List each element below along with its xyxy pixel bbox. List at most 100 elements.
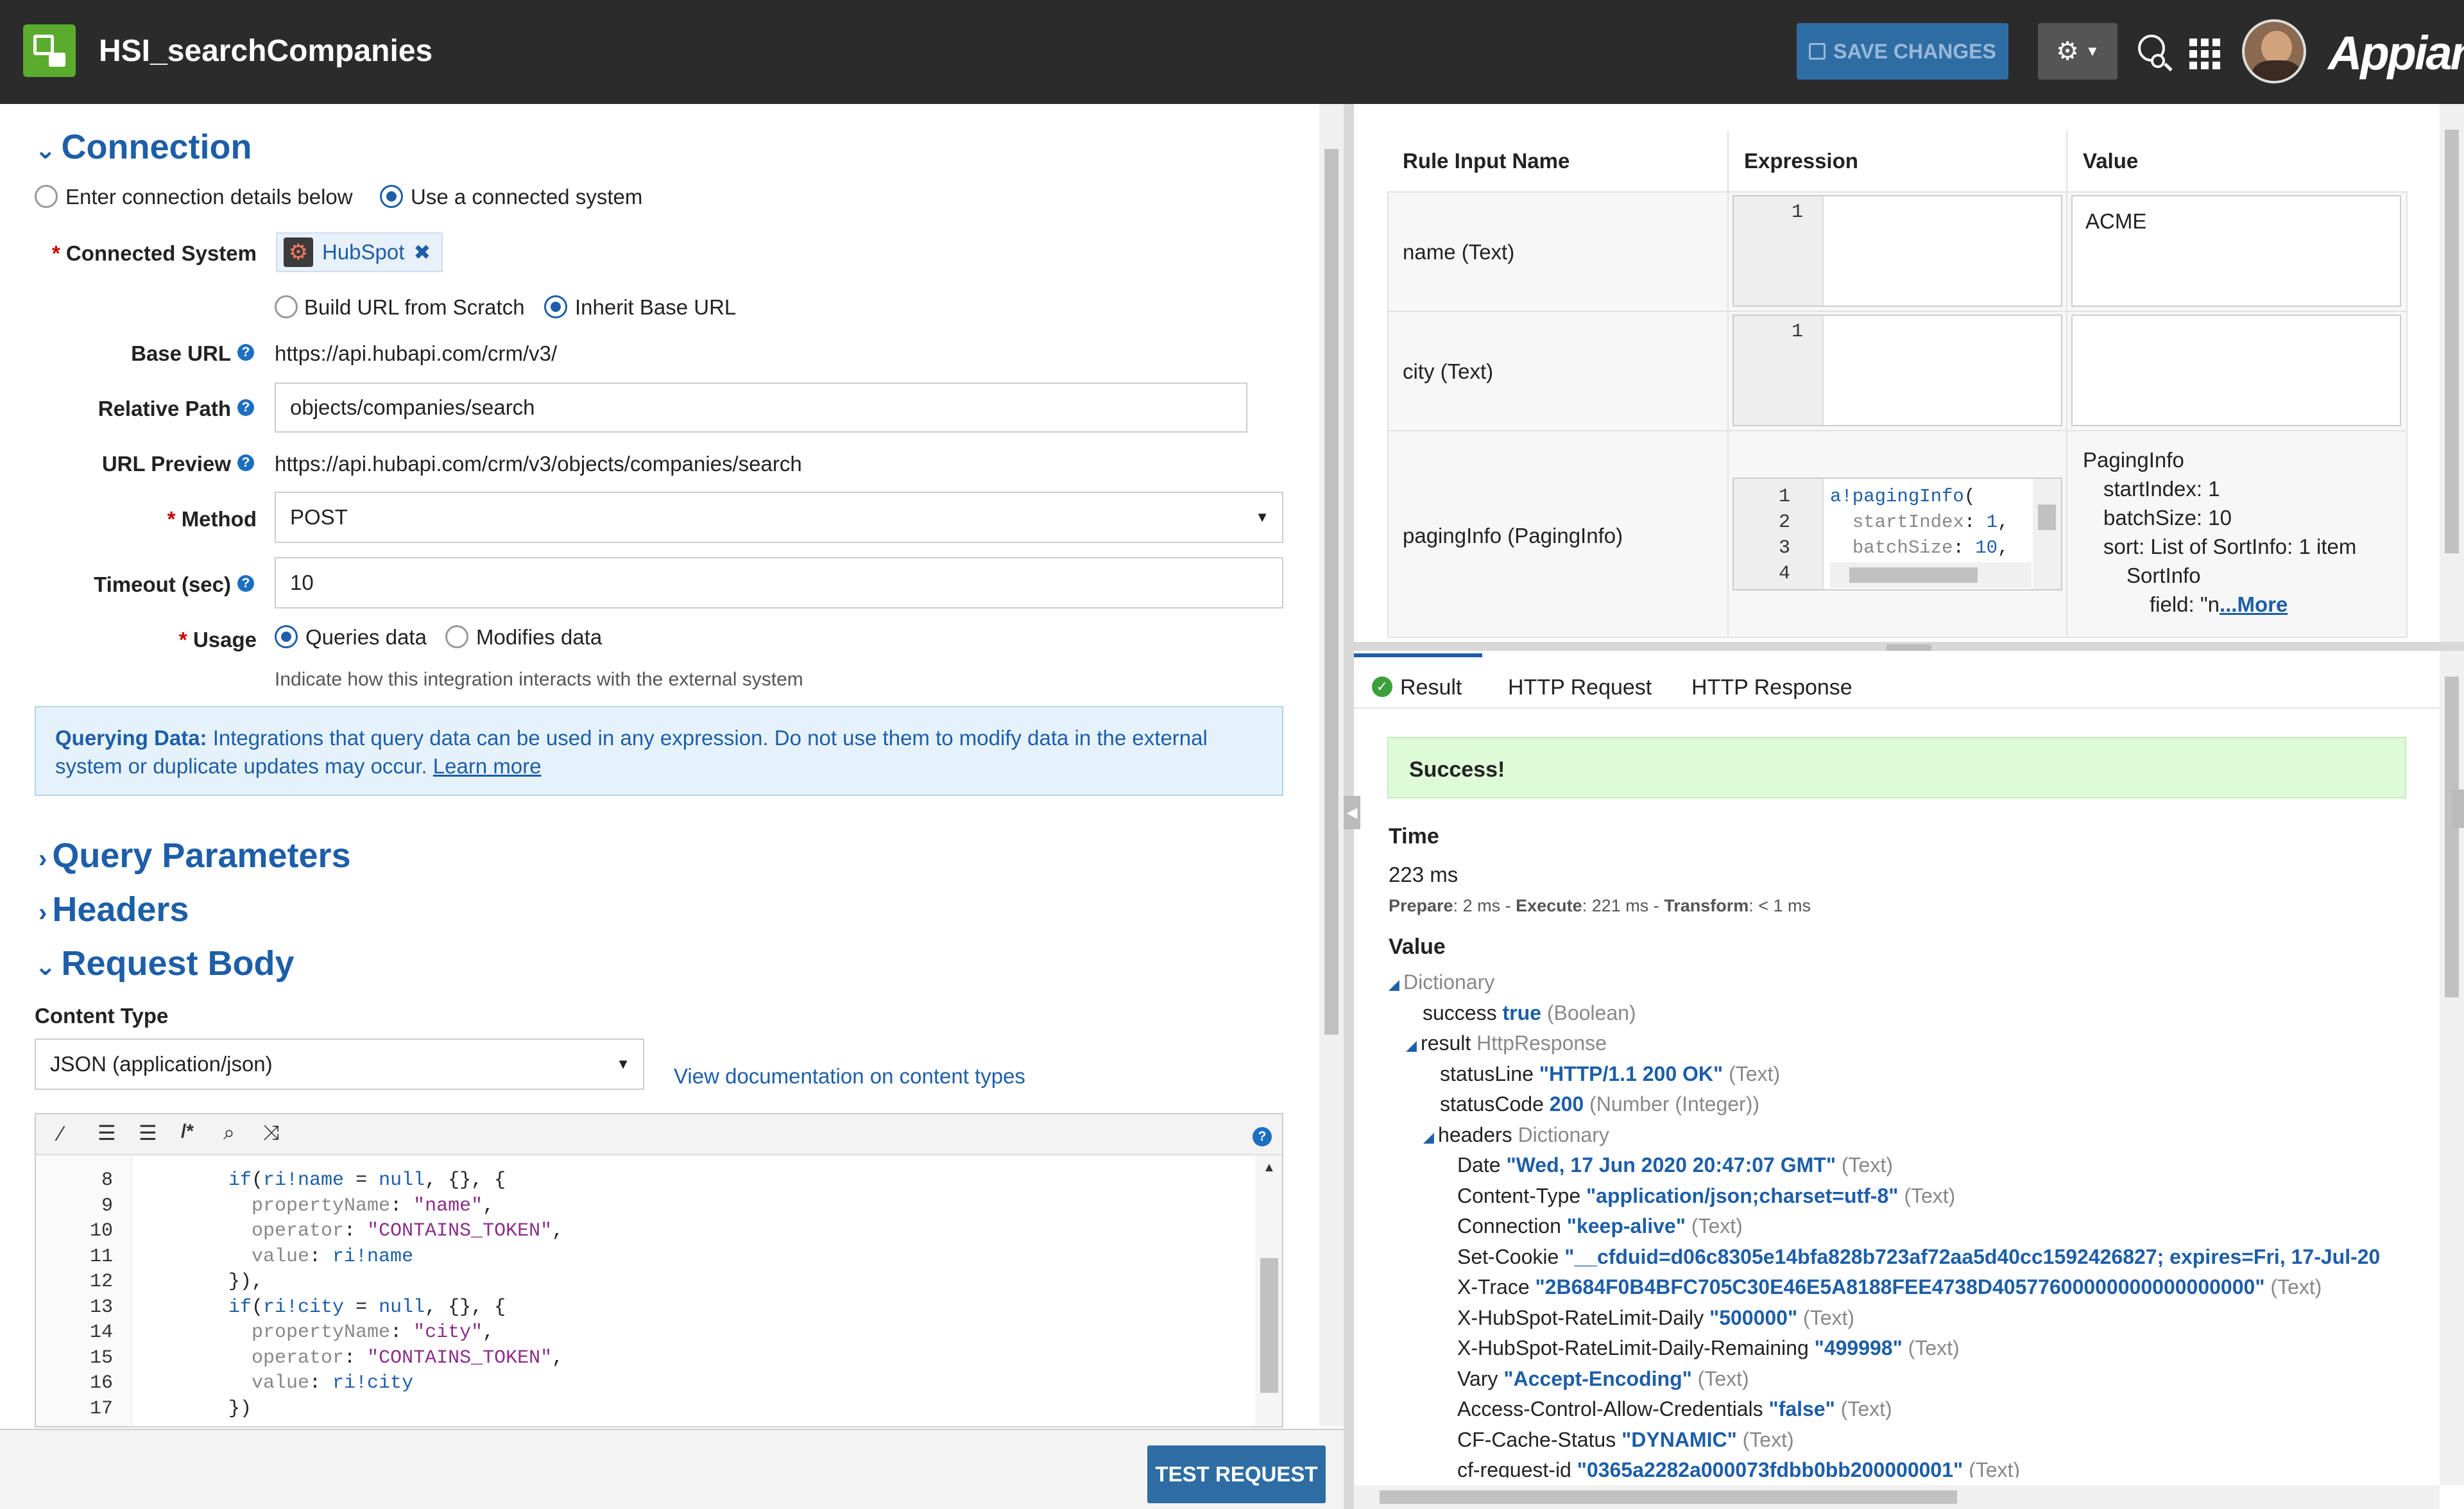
indent-icon[interactable]: ☰ — [98, 1121, 116, 1145]
tree-row: statusLine "HTTP/1.1 200 OK" (Text) — [1440, 1062, 1780, 1086]
info-box: Querying Data: Integrations that query d… — [35, 706, 1283, 796]
line-number: 9 — [101, 1194, 113, 1217]
query-parameters-section[interactable]: › Query Parameters — [38, 836, 351, 875]
modifies-data-radio[interactable] — [445, 625, 468, 648]
connected-system-chip[interactable]: ⚙ HubSpot ✖ — [276, 232, 443, 272]
learn-more-link[interactable]: Learn more — [433, 754, 542, 778]
inherit-base-url-label: Inherit Base URL — [575, 295, 737, 319]
paging-value-line: batchSize: 10 — [2103, 506, 2232, 530]
paginginfo-expression-editor[interactable]: 1234 a!pagingInfo( startIndex: 1, batchS… — [1733, 478, 2062, 591]
timing-breakdown: Prepare: 2 ms - Execute: 221 ms - Transf… — [1389, 896, 1811, 916]
relative-path-value: objects/companies/search — [290, 395, 535, 419]
rule-input-name: name (Text) — [1403, 240, 1515, 264]
tree-type: (Text) — [1840, 1397, 1892, 1420]
relative-path-input[interactable]: objects/companies/search — [275, 383, 1247, 433]
tree-row: CF-Cache-Status "DYNAMIC" (Text) — [1457, 1428, 1794, 1452]
tree-row: ◢ headers Dictionary — [1423, 1123, 1609, 1147]
wand-icon[interactable]: ⁄ — [59, 1122, 62, 1146]
request-body-section[interactable]: ⌄ Request Body — [35, 944, 295, 983]
paginginfo-code: a!pagingInfo( startIndex: 1, batchSize: … — [1830, 486, 2009, 558]
tree-key: statusCode — [1440, 1092, 1544, 1116]
right-bottom-hscrollbar[interactable] — [1354, 1485, 2440, 1509]
time-label: Time — [1389, 824, 1439, 849]
tree-value: "DYNAMIC" — [1621, 1427, 1737, 1451]
prepare-value: : 2 ms - — [1453, 896, 1516, 915]
divider-handle-icon[interactable]: ◀ — [1344, 796, 1360, 829]
build-url-radio[interactable] — [275, 295, 298, 318]
search-icon[interactable]: ⌕ — [223, 1121, 235, 1145]
tree-row: Set-Cookie "__cfduid=d06c8305e14bfa828b7… — [1457, 1245, 2380, 1269]
time-value: 223 ms — [1389, 863, 1459, 886]
queries-data-radio[interactable] — [275, 625, 298, 648]
code-editor[interactable]: ⁄ ☰ ☰ /* ⌕ ⤨ ? ▲ 8 9 10 11 12 13 14 15 16 17 if(r… — [35, 1113, 1283, 1427]
timeout-input[interactable]: 10 — [275, 557, 1283, 608]
outdent-icon[interactable]: ☰ — [139, 1121, 157, 1145]
connection-section-title[interactable]: ⌄ Connection — [35, 127, 252, 167]
tab-result-label[interactable]: Result — [1400, 675, 1462, 700]
base-url-value: https://api.hubapi.com/crm/v3/ — [275, 341, 558, 365]
method-label: * Method — [167, 507, 257, 531]
tab-http-request[interactable]: HTTP Request — [1508, 675, 1652, 700]
help-icon[interactable]: ? — [237, 399, 254, 416]
paging-value-line: field: "n — [2150, 592, 2220, 616]
test-request-button[interactable]: TEST REQUEST — [1147, 1445, 1326, 1503]
tree-value: "Wed, 17 Jun 2020 20:47:07 GMT" — [1506, 1153, 1836, 1177]
search-globe-icon[interactable] — [2138, 35, 2174, 72]
tab-http-response[interactable]: HTTP Response — [1691, 675, 1852, 700]
timeout-value: 10 — [290, 571, 314, 594]
right-bottom-scrollbar[interactable] — [2440, 651, 2464, 1485]
inherit-base-url-radio[interactable] — [544, 295, 567, 318]
tree-type: (Text) — [1969, 1458, 2021, 1478]
content-type-select[interactable]: JSON (application/json) ▼ — [35, 1039, 644, 1090]
tree-row: Connection "keep-alive" (Text) — [1457, 1214, 1743, 1238]
app-logo-icon[interactable] — [23, 24, 76, 77]
appian-logo: Appian — [2328, 26, 2464, 80]
help-icon[interactable]: ? — [237, 575, 254, 592]
shuffle-icon[interactable]: ⤨ — [263, 1121, 280, 1145]
use-connected-system-radio[interactable] — [380, 185, 403, 208]
tree-toggle-icon[interactable]: ◢ — [1406, 1037, 1421, 1053]
left-scrollbar[interactable] — [1319, 104, 1344, 1426]
comment-icon[interactable]: /* — [181, 1121, 194, 1143]
app-grid-icon[interactable] — [2189, 39, 2220, 69]
usage-hint: Indicate how this integration interacts … — [275, 669, 803, 690]
tree-row: cf-request-id "0365a2282a000073fdbb0bb20… — [1457, 1458, 2020, 1478]
line-number: 14 — [89, 1322, 113, 1343]
row-separator — [1387, 430, 2408, 431]
tree-key: Set-Cookie — [1457, 1245, 1559, 1268]
info-bold: Querying Data: — [55, 726, 207, 750]
remove-icon[interactable]: ✖ — [413, 240, 431, 264]
enter-details-radio[interactable] — [35, 185, 58, 208]
tree-toggle-icon[interactable]: ◢ — [1389, 976, 1403, 992]
chevron-right-icon: › — [38, 899, 47, 927]
method-select[interactable]: POST ▼ — [275, 492, 1283, 543]
settings-menu-button[interactable]: ⚙ ▼ — [2038, 23, 2118, 80]
gear-icon: ⚙ — [2056, 37, 2080, 65]
content-types-doc-link[interactable]: View documentation on content types — [674, 1064, 1025, 1089]
name-expression-editor[interactable]: 1 — [1733, 195, 2062, 307]
more-link[interactable]: ...More — [2220, 592, 2288, 616]
line-number: 17 — [89, 1397, 113, 1420]
avatar[interactable] — [2242, 19, 2306, 83]
tree-toggle-icon[interactable]: ◢ — [1423, 1129, 1438, 1145]
tree-type: (Text) — [1729, 1062, 1781, 1085]
tree-value: "0365a2282a000073fdbb0bb200000001" — [1577, 1458, 1964, 1478]
help-icon[interactable]: ? — [1253, 1127, 1272, 1146]
tree-row: Vary "Accept-Encoding" (Text) — [1457, 1367, 1749, 1391]
success-banner: Success! — [1387, 737, 2406, 798]
right-top-scrollbar[interactable] — [2440, 104, 2464, 642]
help-icon[interactable]: ? — [237, 344, 254, 361]
dropdown-arrow-icon: ▼ — [1255, 509, 1269, 525]
headers-section[interactable]: › Headers — [38, 890, 189, 929]
right-edge-handle[interactable] — [2452, 789, 2464, 828]
dropdown-arrow-icon: ▼ — [616, 1056, 630, 1072]
line-numbers: 1234 — [1779, 486, 1791, 585]
paging-value-line: PagingInfo — [2083, 448, 2184, 472]
save-changes-button[interactable]: SAVE CHANGES — [1797, 23, 2008, 80]
city-expression-editor[interactable]: 1 — [1733, 315, 2062, 426]
tree-row: ◢ result HttpResponse — [1406, 1031, 1607, 1055]
modifies-data-label: Modifies data — [476, 625, 603, 649]
editor-scrollbar[interactable]: ▲ — [1255, 1155, 1282, 1426]
line-number: 13 — [89, 1296, 113, 1318]
help-icon[interactable]: ? — [237, 454, 254, 471]
